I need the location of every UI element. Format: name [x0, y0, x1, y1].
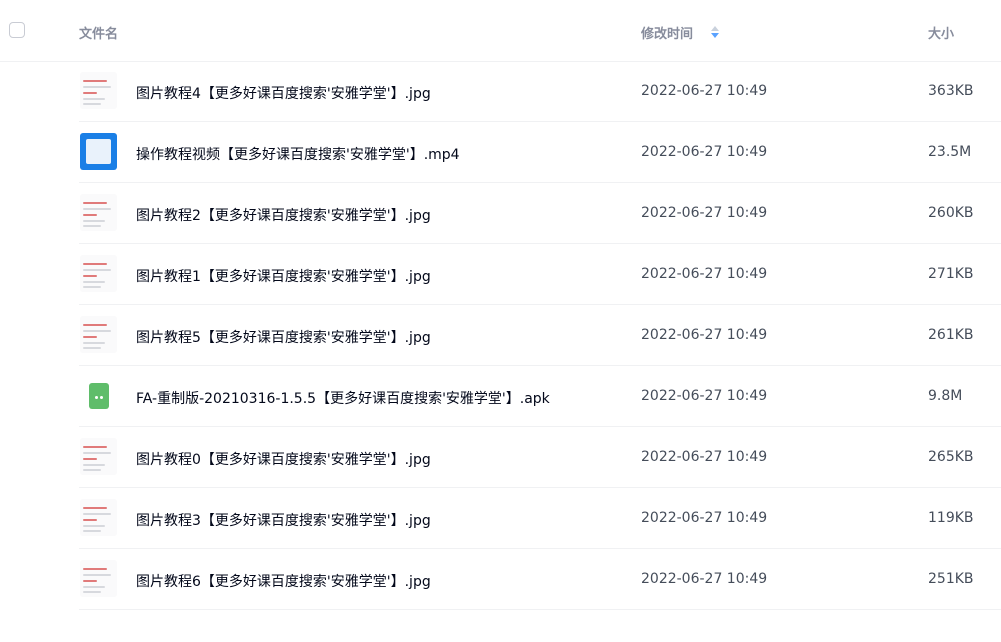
file-row[interactable]: 图片教程2【更多好课百度搜索'安雅学堂'】.jpg 2022-06-27 10:4…: [79, 183, 1001, 244]
file-name[interactable]: 图片教程2【更多好课百度搜索'安雅学堂'】.jpg: [136, 205, 431, 225]
apk-file-icon: [80, 377, 117, 414]
image-thumbnail: [80, 499, 117, 536]
file-row[interactable]: FA-重制版-20210316-1.5.5【更多好课百度搜索'安雅学堂'】.ap…: [79, 366, 1001, 427]
file-name[interactable]: 图片教程5【更多好课百度搜索'安雅学堂'】.jpg: [136, 327, 431, 347]
column-header-modified[interactable]: 修改时间: [641, 23, 693, 42]
file-modified-time: 2022-06-27 10:49: [641, 449, 768, 465]
image-thumbnail: [80, 316, 117, 353]
file-name[interactable]: 图片教程4【更多好课百度搜索'安雅学堂'】.jpg: [136, 83, 431, 103]
file-modified-time: 2022-06-27 10:49: [641, 327, 768, 343]
image-thumbnail: [80, 255, 117, 292]
file-size: 251KB: [928, 571, 974, 587]
file-modified-time: 2022-06-27 10:49: [641, 205, 768, 221]
file-modified-time: 2022-06-27 10:49: [641, 144, 768, 160]
image-thumbnail: [80, 194, 117, 231]
file-name[interactable]: 操作教程视频【更多好课百度搜索'安雅学堂'】.mp4: [136, 144, 460, 164]
file-modified-time: 2022-06-27 10:49: [641, 266, 768, 282]
file-row[interactable]: 图片教程1【更多好课百度搜索'安雅学堂'】.jpg 2022-06-27 10:4…: [79, 244, 1001, 305]
file-modified-time: 2022-06-27 10:49: [641, 510, 768, 526]
file-name[interactable]: 图片教程3【更多好课百度搜索'安雅学堂'】.jpg: [136, 510, 431, 530]
file-modified-time: 2022-06-27 10:49: [641, 388, 768, 404]
file-size: 271KB: [928, 266, 974, 282]
file-list-header: 文件名 修改时间 大小: [0, 0, 1001, 62]
video-thumbnail: [80, 133, 117, 170]
file-size: 9.8M: [928, 388, 963, 404]
file-size: 260KB: [928, 205, 974, 221]
column-header-size[interactable]: 大小: [928, 23, 954, 42]
file-size: 119KB: [928, 510, 974, 526]
file-size: 261KB: [928, 327, 974, 343]
file-size: 363KB: [928, 83, 974, 99]
file-size: 265KB: [928, 449, 974, 465]
file-name[interactable]: 图片教程0【更多好课百度搜索'安雅学堂'】.jpg: [136, 449, 431, 469]
file-row[interactable]: 图片教程6【更多好课百度搜索'安雅学堂'】.jpg 2022-06-27 10:4…: [79, 549, 1001, 610]
sort-icon[interactable]: [710, 25, 720, 39]
file-name[interactable]: 图片教程1【更多好课百度搜索'安雅学堂'】.jpg: [136, 266, 431, 286]
file-name[interactable]: 图片教程6【更多好课百度搜索'安雅学堂'】.jpg: [136, 571, 431, 591]
file-row[interactable]: 图片教程0【更多好课百度搜索'安雅学堂'】.jpg 2022-06-27 10:4…: [79, 427, 1001, 488]
file-row[interactable]: 操作教程视频【更多好课百度搜索'安雅学堂'】.mp4 2022-06-27 10:…: [79, 122, 1001, 183]
select-all-checkbox[interactable]: [9, 22, 25, 38]
image-thumbnail: [80, 560, 117, 597]
file-size: 23.5M: [928, 144, 972, 160]
file-modified-time: 2022-06-27 10:49: [641, 571, 768, 587]
file-modified-time: 2022-06-27 10:49: [641, 83, 768, 99]
file-row[interactable]: 图片教程3【更多好课百度搜索'安雅学堂'】.jpg 2022-06-27 10:4…: [79, 488, 1001, 549]
file-list: 图片教程4【更多好课百度搜索'安雅学堂'】.jpg 2022-06-27 10:4…: [0, 61, 1001, 610]
file-row[interactable]: 图片教程5【更多好课百度搜索'安雅学堂'】.jpg 2022-06-27 10:4…: [79, 305, 1001, 366]
image-thumbnail: [80, 438, 117, 475]
file-row[interactable]: 图片教程4【更多好课百度搜索'安雅学堂'】.jpg 2022-06-27 10:4…: [79, 61, 1001, 122]
image-thumbnail: [80, 72, 117, 109]
column-header-name[interactable]: 文件名: [79, 23, 118, 42]
file-name[interactable]: FA-重制版-20210316-1.5.5【更多好课百度搜索'安雅学堂'】.ap…: [136, 388, 550, 408]
